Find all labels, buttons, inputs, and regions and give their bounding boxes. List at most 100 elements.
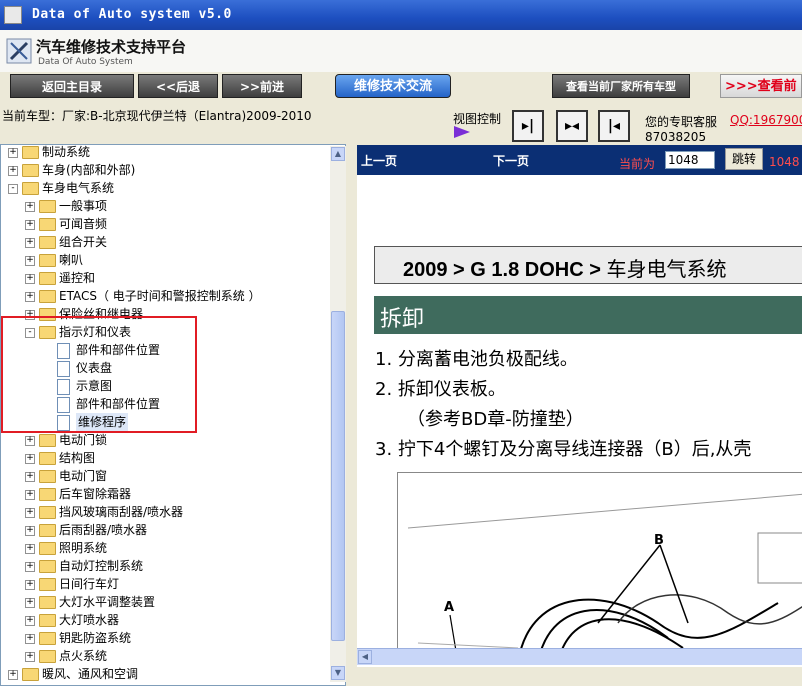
expand-icon[interactable]: +	[25, 508, 35, 518]
app-icon	[4, 6, 22, 24]
expand-icon[interactable]: +	[25, 202, 35, 212]
pane-splitter[interactable]	[346, 144, 357, 686]
scroll-up-arrow-icon[interactable]: ▲	[331, 147, 345, 161]
expand-icon[interactable]: +	[25, 598, 35, 608]
step-3: 3. 拧下4个螺钉及分离导线连接器（B）后,从壳	[375, 439, 752, 460]
back-button[interactable]: <<后退	[138, 74, 218, 98]
current-car-text: 当前车型：厂家:B-北京现代伊兰特（Elantra)2009-2010	[2, 109, 312, 123]
bottom-strip	[357, 667, 802, 686]
play-icon[interactable]	[454, 126, 470, 138]
section-title: 拆卸	[380, 307, 425, 332]
expand-icon[interactable]: +	[8, 670, 18, 680]
folder-icon	[22, 146, 39, 159]
current-page-label: 当前为	[619, 157, 656, 171]
folder-icon	[39, 632, 56, 645]
tree-label: 电动门窗	[59, 469, 108, 483]
split-view-button[interactable]: ▸◂	[556, 110, 588, 142]
doc-title-path: 2009 > G 1.8 DOHC >	[403, 259, 601, 281]
nav-toolbar: 返回主目录 <<后退 >>前进 维修技术交流 查看当前厂家所有车型 >>>查看前	[0, 72, 802, 104]
expand-icon[interactable]: +	[25, 472, 35, 482]
expand-icon[interactable]: +	[25, 634, 35, 644]
folder-icon	[22, 668, 39, 681]
folder-icon	[39, 506, 56, 519]
tree-label: 钥匙防盗系统	[59, 631, 132, 645]
scroll-down-arrow-icon[interactable]: ▼	[331, 666, 345, 680]
page-number-input[interactable]: 1048	[665, 151, 715, 169]
expand-left-button[interactable]: |◂	[598, 110, 630, 142]
window-titlebar: Data of Auto system v5.0	[0, 0, 802, 30]
phone-number: 87038205	[645, 130, 707, 144]
tree-label: 电动门锁	[59, 433, 108, 447]
expand-icon[interactable]: +	[25, 580, 35, 590]
highlight-box	[1, 316, 197, 433]
expand-icon[interactable]: +	[25, 274, 35, 284]
expand-icon[interactable]: +	[25, 526, 35, 536]
illustration-svg	[407, 493, 802, 661]
folder-icon	[39, 524, 56, 537]
tree-scrollbar[interactable]: ▲ ▼	[330, 146, 346, 682]
tech-exchange-button[interactable]: 维修技术交流	[335, 74, 451, 98]
prev-page-link[interactable]: 上一页	[361, 152, 397, 169]
expand-icon[interactable]: +	[25, 220, 35, 230]
tree-label: 可闻音频	[59, 217, 108, 231]
document-hscrollbar[interactable]: ◀	[357, 648, 802, 665]
expand-icon[interactable]: +	[8, 148, 18, 158]
label-a: A	[444, 600, 455, 615]
tree-label: 结构图	[59, 451, 96, 465]
header-title: 汽车维修技术支持平台	[36, 38, 187, 56]
tree-label: 大灯喷水器	[59, 613, 120, 627]
tree-label: 车身(内部和外部)	[42, 163, 136, 177]
view-all-models-button[interactable]: 查看当前厂家所有车型	[552, 74, 690, 98]
folder-icon	[39, 596, 56, 609]
expand-icon[interactable]: +	[25, 544, 35, 554]
folder-icon	[39, 650, 56, 663]
tools-logo-icon	[6, 38, 32, 64]
expand-icon[interactable]: +	[25, 256, 35, 266]
tree-label: 车身电气系统	[42, 181, 115, 195]
expand-icon[interactable]: +	[25, 454, 35, 464]
expand-icon[interactable]: +	[25, 436, 35, 446]
tree-label: 制动系统	[42, 145, 91, 159]
step-2-reference: （参考BD章-防撞垫）	[407, 409, 584, 430]
doc-title: 2009 > G 1.8 DOHC > 车身电气系统	[403, 253, 726, 282]
expand-icon[interactable]: +	[25, 238, 35, 248]
expand-icon[interactable]: +	[25, 292, 35, 302]
expand-icon[interactable]: +	[25, 652, 35, 662]
folder-icon	[39, 290, 56, 303]
forward-button[interactable]: >>前进	[222, 74, 302, 98]
tree-label: 点火系统	[59, 649, 108, 663]
expand-right-button[interactable]: ▸|	[512, 110, 544, 142]
collapse-icon[interactable]: -	[8, 184, 18, 194]
tree-label: 后雨刮器/喷水器	[59, 523, 148, 537]
next-page-link[interactable]: 下一页	[493, 152, 529, 169]
folder-icon	[22, 182, 39, 195]
view-more-button[interactable]: >>>查看前	[720, 74, 802, 98]
view-control-label: 视图控制	[453, 112, 502, 126]
tree-scroll-thumb[interactable]	[331, 311, 345, 641]
qq-link[interactable]: QQ:1967900	[730, 113, 802, 127]
scroll-left-arrow-icon[interactable]: ◀	[358, 650, 372, 664]
folder-icon	[39, 560, 56, 573]
step-2: 2. 拆卸仪表板。	[375, 379, 506, 400]
expand-icon[interactable]: +	[25, 616, 35, 626]
expand-icon[interactable]: +	[8, 166, 18, 176]
folder-icon	[22, 164, 39, 177]
viewer-toolbar: 上一页 下一页 当前为 1048 跳转 1048 .	[357, 145, 802, 183]
service-label: 您的专职客服	[645, 115, 718, 129]
window-title: Data of Auto system v5.0	[32, 7, 232, 22]
tree-label: 一般事项	[59, 199, 108, 213]
home-button[interactable]: 返回主目录	[10, 74, 134, 98]
expand-icon[interactable]: +	[25, 562, 35, 572]
tree-label: 照明系统	[59, 541, 108, 555]
folder-icon	[39, 614, 56, 627]
folder-icon	[39, 452, 56, 465]
expand-icon[interactable]: +	[25, 490, 35, 500]
folder-icon	[39, 236, 56, 249]
label-b: B	[654, 533, 664, 548]
go-button[interactable]: 跳转	[725, 148, 763, 170]
folder-icon	[39, 434, 56, 447]
folder-icon	[39, 218, 56, 231]
doc-title-box: 2009 > G 1.8 DOHC > 车身电气系统	[374, 246, 802, 284]
tree-label: 日间行车灯	[59, 577, 120, 591]
tree-label: 挡风玻璃雨刮器/喷水器	[59, 505, 184, 519]
